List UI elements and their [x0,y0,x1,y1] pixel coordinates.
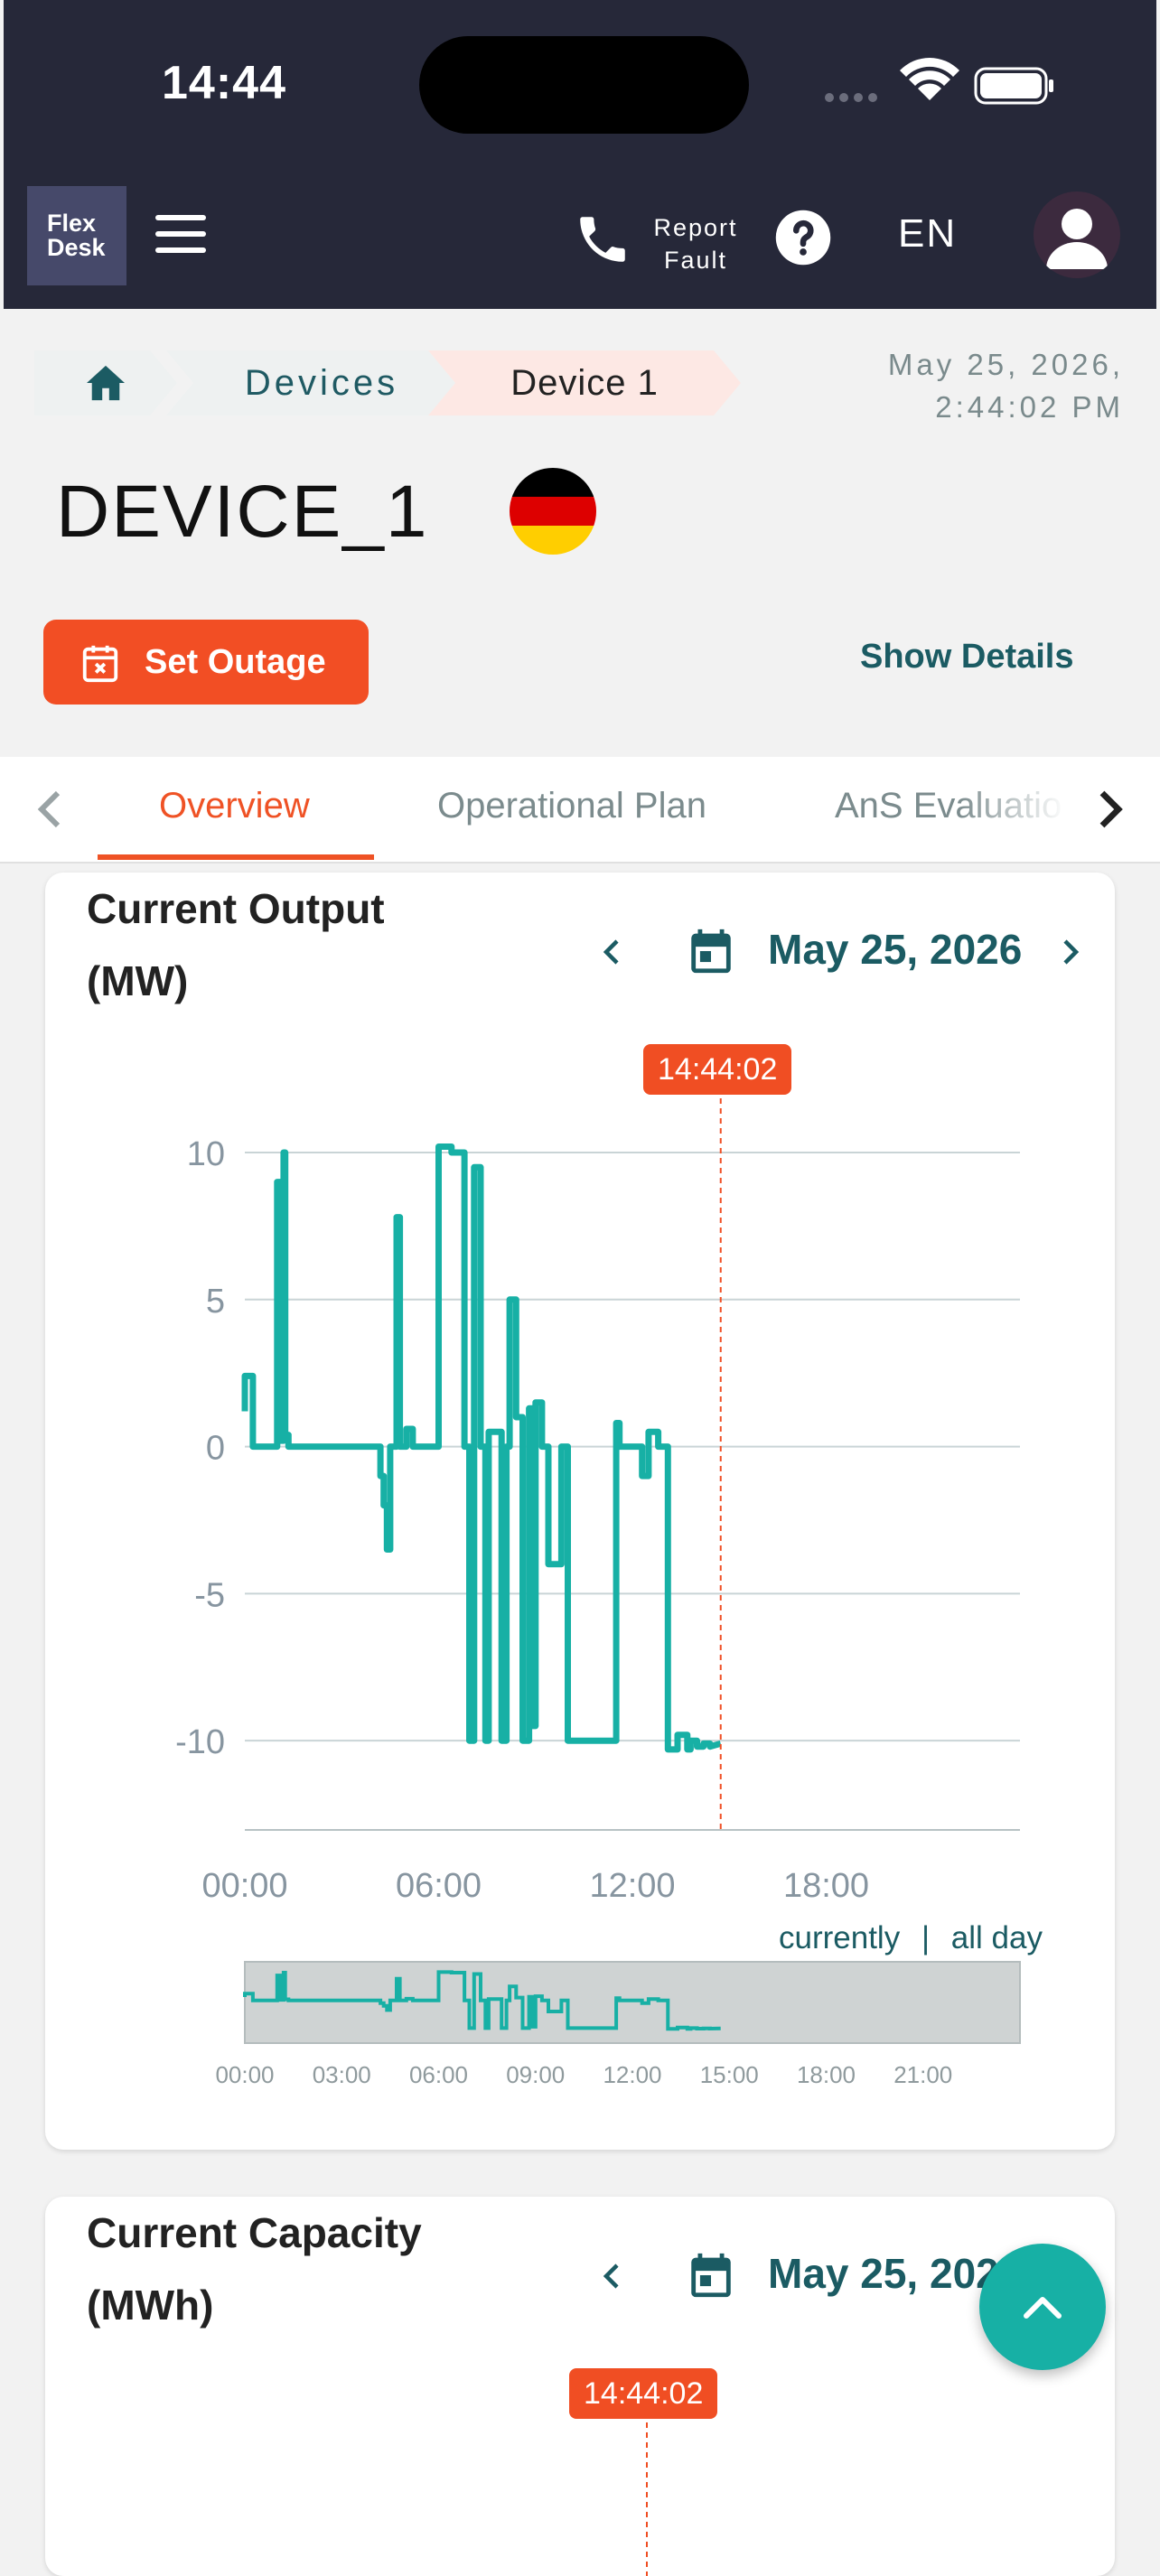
set-outage-label: Set Outage [145,643,326,681]
report-fault-line2: Fault [663,247,728,274]
range-separator: | [921,1920,931,1955]
dynamic-island [419,36,749,134]
menu-icon[interactable] [155,215,206,255]
set-outage-button[interactable]: Set Outage [43,620,369,705]
flexdesk-logo[interactable]: Flex Desk [27,186,126,285]
user-icon [1046,209,1108,269]
tab-scroll-right-icon[interactable] [1091,788,1127,831]
timestamp-time: 2:44:02 PM [935,390,1124,424]
home-icon [85,364,126,402]
status-icons [825,58,1053,105]
y-tick-label: 10 [187,1135,225,1173]
status-time: 14:44 [162,57,286,109]
calendar-cancel-icon [82,645,118,683]
x-tick-label: 06:00 [396,1867,482,1905]
x-tick-label: 18:00 [783,1867,869,1905]
report-fault-line1: Report [653,214,738,241]
navigator-tick-label: 00:00 [215,2061,274,2088]
x-tick-label: 00:00 [201,1867,287,1905]
active-tab-indicator [98,854,374,860]
navigator-tick-label: 21:00 [893,2061,952,2088]
breadcrumb-device-1: Device 1 [428,350,741,415]
chevron-up-icon [1024,2297,1062,2319]
phone-icon [580,217,625,262]
scroll-to-top-button[interactable] [979,2244,1106,2370]
current-capacity-card: Current Capacity (MWh) May 25, 2026 14:4… [45,2197,1115,2576]
user-avatar[interactable] [1034,191,1120,278]
report-fault-button[interactable]: Report Fault [573,206,736,278]
navigator-tick-label: 03:00 [313,2061,371,2088]
tab-scroll-left-icon[interactable] [33,788,69,831]
cellular-signal-icon [825,93,877,102]
battery-icon [974,67,1053,105]
range-all-day-link[interactable]: all day [951,1920,1043,1955]
logo-text-line1: Flex [47,210,97,237]
y-tick-label: 5 [206,1283,225,1321]
navigator-tick-label: 09:00 [506,2061,565,2088]
navigator-tick-label: 15:00 [700,2061,759,2088]
tab-bar: Overview Operational Plan AnS Evaluatio [0,757,1160,863]
tab-overview[interactable]: Overview [159,786,310,826]
tab-operational-plan[interactable]: Operational Plan [437,786,706,826]
germany-flag-icon [510,468,596,555]
logo-text-line2: Desk [47,234,106,261]
y-tick-label: -5 [194,1576,225,1614]
current-output-card: Current Output (MW) May 25, 2026 10 5 0 -5-… [45,873,1115,2150]
navigator-tick-label: 12:00 [603,2061,661,2088]
y-tick-label: 0 [206,1430,225,1468]
navigator-tick-label: 06:00 [409,2061,468,2088]
show-details-link[interactable]: Show Details [860,638,1074,677]
navigator-window [244,1961,1021,2044]
help-icon[interactable] [773,208,833,267]
language-selector[interactable]: EN [898,211,957,257]
app-header: 14:44 Flex Desk Report Fault EN [4,0,1156,309]
current-timestamp: May 25, 2026, 2:44:02 PM [888,343,1124,428]
capacity-now-line [646,2422,648,2576]
y-tick-label: -10 [175,1723,225,1761]
device-title: DEVICE_1 [56,471,429,553]
output-series-line [241,1143,722,1753]
x-tick-label: 12:00 [589,1867,675,1905]
current-time-marker-label: 14:44:02 [643,1044,792,1095]
timestamp-date: May 25, 2026, [887,348,1124,381]
breadcrumb-home[interactable] [34,350,177,415]
range-currently-link[interactable]: currently [779,1920,900,1955]
wifi-icon [900,58,959,100]
output-chart: 10 5 0 -5 -10 00:00 06:00 12:00 18:00 00:00 03:00 0… [175,1098,1021,2088]
navigator-tick-label: 18:00 [797,2061,856,2088]
breadcrumb-devices[interactable]: Devices [166,350,477,415]
